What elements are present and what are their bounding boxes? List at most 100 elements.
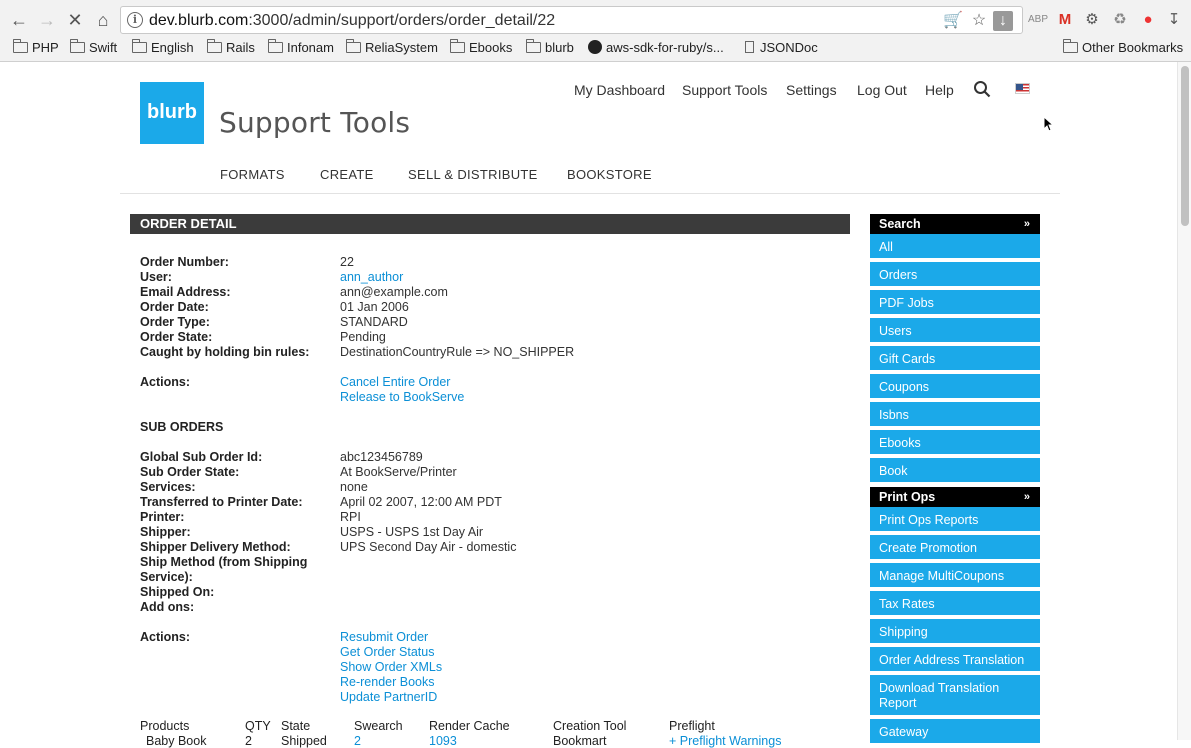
product-render-cache-link[interactable]: 1093 <box>429 734 457 748</box>
sidebar-item-orders[interactable]: Orders <box>870 262 1040 288</box>
nav-formats[interactable]: FORMATS <box>220 167 285 182</box>
delivery-method-value: UPS Second Day Air - domestic <box>340 540 517 554</box>
back-icon[interactable]: ← <box>8 9 30 31</box>
ship-method-label: Ship Method (from Shipping Service): <box>140 555 308 584</box>
sidebar-item-manage-multicoupons[interactable]: Manage MultiCoupons <box>870 563 1040 589</box>
blurb-logo[interactable]: blurb <box>140 82 204 144</box>
sidebar-item-print-ops-reports[interactable]: Print Ops Reports <box>870 507 1040 533</box>
star-icon[interactable]: ☆ <box>969 11 989 31</box>
folder-icon <box>13 39 28 53</box>
forward-icon[interactable]: → <box>36 9 58 31</box>
bookmarks-bar: PHP Swift English Rails Infonam ReliaSys… <box>0 38 1191 60</box>
nav-bookstore[interactable]: BOOKSTORE <box>567 167 652 182</box>
sidebar-item-tax-rates[interactable]: Tax Rates <box>870 591 1040 617</box>
settings-icon[interactable]: ⚙ <box>1082 10 1102 30</box>
sidebar-item-pdf-jobs[interactable]: PDF Jobs <box>870 290 1040 316</box>
scrollbar-thumb[interactable] <box>1181 66 1189 226</box>
search-icon[interactable] <box>973 80 991 98</box>
product-preflight-link[interactable]: + Preflight Warnings <box>669 734 781 748</box>
logo-text: blurb <box>147 101 197 123</box>
nav-sell-distribute[interactable]: SELL & DISTRIBUTE <box>408 167 538 182</box>
rerender-books-link[interactable]: Re-render Books <box>340 675 435 689</box>
bookmark-swift[interactable]: Swift <box>70 39 118 55</box>
gmail-icon[interactable]: M <box>1055 10 1075 30</box>
show-order-xmls-link[interactable]: Show Order XMLs <box>340 660 442 674</box>
us-flag-icon[interactable] <box>1015 83 1030 94</box>
resubmit-order-link[interactable]: Resubmit Order <box>340 630 428 644</box>
product-name: Baby Book <box>146 734 207 748</box>
bookmark-label: JSONDoc <box>760 40 818 55</box>
sidebar-item-order-address-translation[interactable]: Order Address Translation <box>870 647 1040 673</box>
get-order-status-link[interactable]: Get Order Status <box>340 645 434 659</box>
nav-my-dashboard[interactable]: My Dashboard <box>574 82 665 98</box>
shipper-label: Shipper: <box>140 525 191 539</box>
info-icon[interactable]: i <box>127 12 143 28</box>
delivery-method-label: Shipper Delivery Method: <box>140 540 291 554</box>
nav-log-out[interactable]: Log Out <box>857 82 907 98</box>
sidebar-item-all[interactable]: All <box>870 234 1040 260</box>
product-creation-tool: Bookmart <box>553 734 607 748</box>
bookmark-label: Ebooks <box>469 40 513 55</box>
address-bar[interactable]: i dev.blurb.com:3000/admin/support/order… <box>120 6 1023 34</box>
bookmark-ebooks[interactable]: Ebooks <box>450 39 513 55</box>
page-scrollbar[interactable] <box>1177 62 1191 740</box>
sidebar-item-users[interactable]: Users <box>870 318 1040 344</box>
bookmark-infonam[interactable]: Infonam <box>268 39 334 55</box>
bookmark-php[interactable]: PHP <box>13 39 59 55</box>
order-number-label: Order Number: <box>140 255 229 269</box>
cancel-order-link[interactable]: Cancel Entire Order <box>340 375 450 389</box>
bookmark-reliasystem[interactable]: ReliaSystem <box>346 39 438 55</box>
sidebar-item-download-translation-report[interactable]: Download Translation Report <box>870 675 1040 717</box>
printer-label: Printer: <box>140 510 185 524</box>
order-number-value: 22 <box>340 255 354 269</box>
order-type-label: Order Type: <box>140 315 210 329</box>
sidebar-item-create-promotion[interactable]: Create Promotion <box>870 535 1040 561</box>
sidebar-item-shipping[interactable]: Shipping <box>870 619 1040 645</box>
sidebar-item-isbns[interactable]: Isbns <box>870 402 1040 428</box>
nav-help[interactable]: Help <box>925 82 954 98</box>
bookmark-aws-sdk[interactable]: aws-sdk-for-ruby/s... <box>588 40 724 55</box>
user-link[interactable]: ann_author <box>340 270 403 284</box>
bookmark-jsondoc[interactable]: JSONDoc <box>745 40 818 55</box>
nav-settings[interactable]: Settings <box>786 82 837 98</box>
folder-icon <box>346 39 361 53</box>
bookmark-label: blurb <box>545 40 574 55</box>
trash-icon[interactable]: ● <box>1138 10 1158 30</box>
sub-orders-heading: SUB ORDERS <box>140 420 224 434</box>
download-arrow-icon[interactable]: ↓ <box>993 11 1013 31</box>
product-swearch-link[interactable]: 2 <box>354 734 361 748</box>
cart-icon[interactable]: 🛒 <box>943 11 963 31</box>
home-icon[interactable]: ⌂ <box>92 9 114 31</box>
adblock-icon[interactable]: ABP <box>1028 10 1048 30</box>
bookmark-english[interactable]: English <box>132 39 194 55</box>
user-label: User: <box>140 270 172 284</box>
sidebar-search-heading[interactable]: Search » <box>870 214 1040 234</box>
col-render-cache: Render Cache <box>429 719 510 733</box>
sidebar-item-gift-cards[interactable]: Gift Cards <box>870 346 1040 372</box>
bookmark-label: Other Bookmarks <box>1082 40 1184 55</box>
downloads-icon[interactable]: ↧ <box>1164 10 1184 30</box>
bookmark-rails[interactable]: Rails <box>207 39 255 55</box>
bookmark-blurb[interactable]: blurb <box>526 39 574 55</box>
col-creation-tool: Creation Tool <box>553 719 627 733</box>
url-text[interactable]: dev.blurb.com:3000/admin/support/orders/… <box>149 12 555 30</box>
sub-order-id-label: Global Sub Order Id: <box>140 450 263 464</box>
recycle-icon[interactable]: ♻ <box>1110 10 1130 30</box>
bookmark-label: Rails <box>226 40 255 55</box>
nav-support-tools[interactable]: Support Tools <box>682 82 767 98</box>
update-partnerid-link[interactable]: Update PartnerID <box>340 690 437 704</box>
sidebar-printops-heading[interactable]: Print Ops » <box>870 487 1040 507</box>
sidebar-item-ebooks[interactable]: Ebooks <box>870 430 1040 456</box>
bookmark-label: Swift <box>89 40 118 55</box>
release-bookserve-link[interactable]: Release to BookServe <box>340 390 464 404</box>
email-value: ann@example.com <box>340 285 448 299</box>
bookmark-other[interactable]: Other Bookmarks <box>1063 39 1184 55</box>
sidebar-item-coupons[interactable]: Coupons <box>870 374 1040 400</box>
product-state: Shipped <box>281 734 327 748</box>
sidebar-item-book[interactable]: Book <box>870 458 1040 484</box>
order-actions-label: Actions: <box>140 375 190 389</box>
folder-icon <box>132 39 147 53</box>
sidebar-item-gateway[interactable]: Gateway <box>870 719 1040 745</box>
stop-icon[interactable]: ✕ <box>64 9 86 31</box>
nav-create[interactable]: CREATE <box>320 167 374 182</box>
